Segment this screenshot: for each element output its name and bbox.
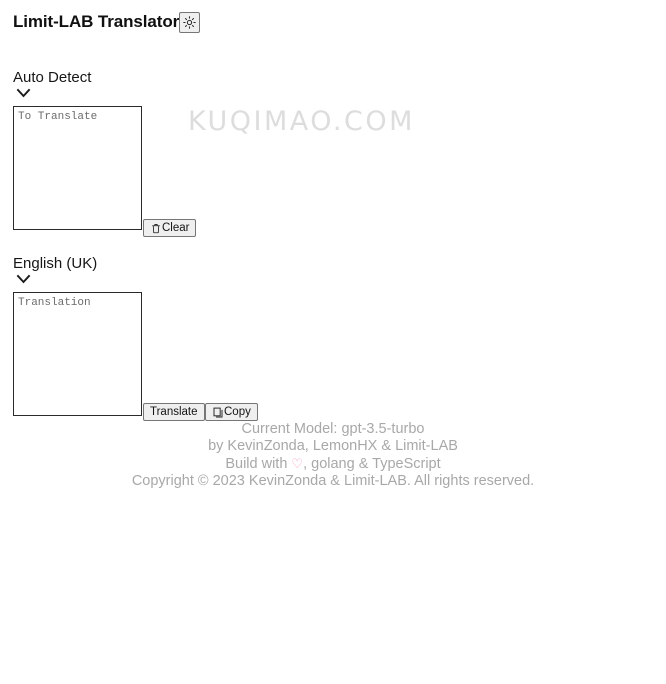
chevron-down-icon	[15, 86, 33, 100]
watermark-text: KUQIMAO.COM	[188, 106, 415, 137]
chevron-down-icon	[15, 272, 33, 286]
header: Limit-LAB Translator	[13, 11, 201, 33]
target-language-select[interactable]: English (UK)	[13, 254, 313, 286]
footer-current-model: Current Model: gpt-3.5-turbo	[241, 421, 425, 437]
brightness-sun-icon	[183, 15, 196, 29]
copy-button-label: Copy	[224, 406, 251, 418]
source-language-label: Auto Detect	[13, 69, 92, 86]
footer: Current Model: gpt-3.5-turbo by KevinZon…	[0, 421, 666, 490]
heart-icon: ♡	[291, 456, 304, 471]
target-textarea[interactable]	[13, 292, 142, 416]
clear-button-label: Clear	[162, 222, 190, 234]
translate-button-label: Translate	[150, 406, 198, 418]
footer-build-with: Build with ♡, golang & TypeScript	[0, 455, 666, 473]
copy-button[interactable]: Copy	[205, 403, 258, 421]
target-language-label: English (UK)	[13, 255, 98, 272]
page-title: Limit-LAB Translator	[13, 12, 180, 31]
footer-build-suffix: , golang & TypeScript	[303, 456, 441, 472]
theme-toggle-button[interactable]	[179, 11, 201, 33]
source-language-select[interactable]: Auto Detect	[13, 68, 313, 100]
clear-button[interactable]: Clear	[143, 219, 197, 237]
source-textarea[interactable]	[13, 106, 142, 230]
trash-icon	[150, 222, 161, 234]
footer-copyright: Copyright © 2023 KevinZonda & Limit-LAB.…	[131, 473, 535, 489]
footer-build-prefix: Build with	[225, 456, 292, 472]
translate-button[interactable]: Translate	[143, 403, 205, 421]
copy-icon	[212, 406, 223, 418]
footer-authors: by KevinZonda, LemonHX & Limit-LAB	[208, 438, 458, 454]
